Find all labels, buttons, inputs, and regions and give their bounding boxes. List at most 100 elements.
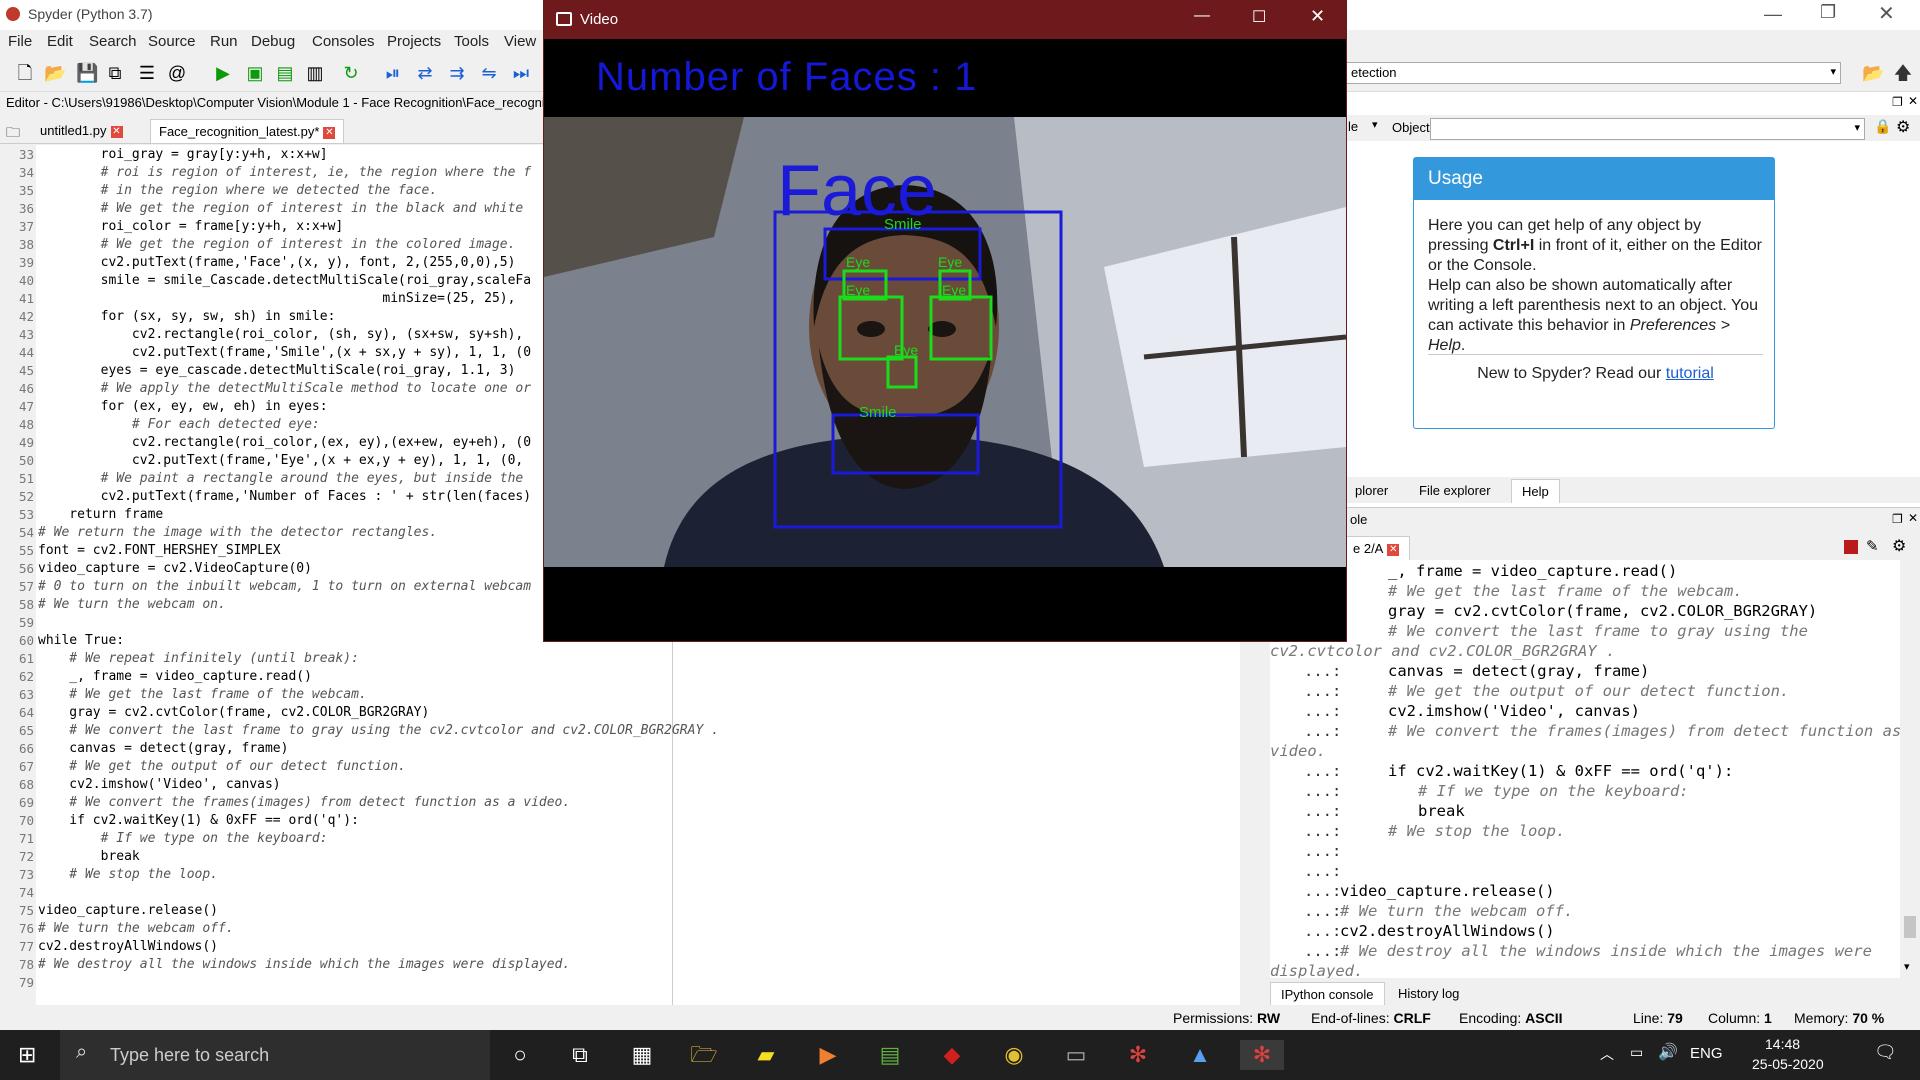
close-icon[interactable]: ✕ [1310, 6, 1325, 27]
chevron-down-icon[interactable]: ▾ [1854, 121, 1860, 134]
status-bar: Permissions: RW End-of-lines: CRLF Encod… [0, 1005, 1920, 1030]
new-file-icon[interactable]: 🗋 [14, 62, 36, 84]
excel-icon[interactable]: ▤ [874, 1040, 906, 1070]
step-icon[interactable]: ⇄ [414, 62, 436, 84]
undock-icon[interactable]: ❐ [1892, 95, 1903, 109]
code-comment-line: # We convert the frames(images) from det… [38, 795, 571, 810]
terminal-icon[interactable]: ▭ [1060, 1040, 1092, 1070]
code-line: for (ex, ey, ew, eh) in eyes: [38, 399, 328, 414]
tab-file-explorer[interactable]: File explorer [1409, 479, 1501, 503]
browse-folder-icon[interactable]: 📂 [1862, 62, 1884, 84]
tab-history-log[interactable]: History log [1388, 982, 1469, 1006]
taskbar-search-box[interactable]: ⌕ Type here to search [60, 1030, 490, 1080]
game-icon[interactable]: ◆ [936, 1040, 968, 1070]
menu-file[interactable]: File [8, 33, 32, 50]
windows-start-icon[interactable]: ⊞ [18, 1042, 36, 1068]
menu-edit[interactable]: Edit [47, 33, 73, 50]
close-icon[interactable]: ✕ [1878, 1, 1895, 26]
console-scrollbar[interactable]: ▾ [1900, 560, 1920, 978]
media-player-icon[interactable]: ▶ [812, 1040, 844, 1070]
volume-icon[interactable]: 🔊 [1658, 1042, 1678, 1062]
notifications-icon[interactable]: 🗨 [1874, 1042, 1897, 1063]
menu-tools[interactable]: Tools [454, 33, 489, 50]
close-tab-icon[interactable]: ✕ [323, 126, 336, 139]
scrollbar-thumb[interactable] [1904, 916, 1916, 938]
save-all-icon[interactable]: ⧉ [104, 62, 126, 84]
at-icon[interactable]: @ [166, 62, 188, 84]
tab-untitled1[interactable]: untitled1.py ✕ [32, 119, 131, 143]
cortana-icon[interactable]: ○ [504, 1040, 536, 1070]
show-hidden-icons-icon[interactable]: ︿ [1600, 1044, 1614, 1064]
run-cell-icon[interactable]: ▣ [244, 62, 266, 84]
menu-run[interactable]: Run [210, 33, 238, 50]
battery-icon[interactable]: ▭ [1630, 1044, 1643, 1061]
minimize-icon[interactable]: — [1764, 4, 1782, 25]
lock-icon[interactable]: 🔒 [1874, 118, 1891, 135]
chevron-down-icon[interactable]: ▾ [1904, 960, 1910, 973]
line-number: 40 [18, 273, 34, 288]
eraser-icon[interactable]: ✎ [1866, 537, 1879, 555]
sticky-notes-icon[interactable]: ▰ [750, 1040, 782, 1070]
chevron-down-icon[interactable]: ▾ [1372, 118, 1378, 131]
tab-help[interactable]: Help [1511, 479, 1560, 503]
spyder-active-icon[interactable]: ✻ [1240, 1040, 1284, 1070]
clock-date[interactable]: 25-05-2020 [1752, 1056, 1824, 1072]
tab-console[interactable]: e 2/A ✕ [1342, 536, 1411, 560]
language-indicator[interactable]: ENG [1690, 1045, 1723, 1062]
browse-tabs-icon[interactable]: 🗀 [6, 122, 20, 146]
line-number: 70 [18, 813, 34, 828]
debug-icon[interactable]: ⏯ [382, 62, 404, 84]
tab-face-recognition[interactable]: Face_recognition_latest.py* ✕ [150, 119, 345, 143]
code-comment-line: # We return the image with the detector … [38, 525, 438, 540]
tab-variable-explorer[interactable]: plorer [1345, 479, 1398, 503]
gear-icon[interactable]: ⚙ [1896, 117, 1910, 137]
restore-icon[interactable]: ❐ [1820, 2, 1836, 23]
usage-paragraph-3: New to Spyder? Read our tutorial [1477, 365, 1714, 382]
console-prompt: ...: [1304, 802, 1342, 820]
list-icon[interactable]: ☰ [136, 62, 158, 84]
encoding-status: Encoding: ASCII [1459, 1010, 1563, 1026]
run-selection-icon[interactable]: ▥ [304, 62, 326, 84]
minimize-icon[interactable]: — [1194, 7, 1210, 25]
source-select[interactable]: le [1348, 119, 1358, 134]
save-icon[interactable]: 💾 [76, 62, 98, 84]
step-into-icon[interactable]: ⇉ [446, 62, 468, 84]
file-explorer-icon[interactable]: 🗁 [688, 1040, 720, 1070]
run-cell-advance-icon[interactable]: ▤ [274, 62, 296, 84]
console-prompt: ...: [1304, 902, 1342, 920]
tutorial-link[interactable]: tutorial [1666, 365, 1714, 382]
tab-ipython-console[interactable]: IPython console [1270, 982, 1385, 1006]
stop-icon[interactable] [1844, 540, 1858, 554]
close-pane-icon[interactable]: ✕ [1908, 511, 1918, 525]
run-icon[interactable]: ▶ [212, 62, 234, 84]
menu-consoles[interactable]: Consoles [312, 33, 375, 50]
calculator-icon[interactable]: ▦ [626, 1040, 658, 1070]
close-pane-icon[interactable]: ✕ [1908, 94, 1918, 108]
rerun-icon[interactable]: ↻ [340, 62, 362, 84]
menu-source[interactable]: Source [148, 33, 196, 50]
video-window[interactable]: Video — ☐ ✕ Number of Faces : 1 Face Smi… [543, 0, 1347, 642]
close-tab-icon[interactable]: ✕ [110, 125, 123, 138]
maximize-icon[interactable]: ☐ [1252, 7, 1266, 27]
up-arrow-icon[interactable]: 🡅 [1892, 62, 1914, 84]
chrome-icon[interactable]: ◉ [998, 1040, 1030, 1070]
close-tab-icon[interactable]: ✕ [1387, 543, 1400, 556]
chevron-down-icon[interactable]: ▾ [1830, 65, 1836, 78]
console-header-label: ole [1350, 512, 1368, 527]
clock-time[interactable]: 14:48 [1765, 1036, 1800, 1052]
working-directory-input[interactable]: etection ▾ [1346, 62, 1841, 84]
menu-view[interactable]: View [504, 33, 536, 50]
ipython-console[interactable]: _, frame = video_capture.read() # We get … [1270, 560, 1900, 978]
open-folder-icon[interactable]: 📂 [44, 62, 66, 84]
gear-icon[interactable]: ⚙ [1892, 536, 1906, 556]
step-return-icon[interactable]: ⇋ [478, 62, 500, 84]
object-input[interactable]: ▾ [1430, 118, 1865, 140]
spyder-taskbar-icon[interactable]: ✻ [1122, 1040, 1154, 1070]
undock-icon[interactable]: ❐ [1892, 512, 1903, 526]
menu-debug[interactable]: Debug [251, 33, 295, 50]
task-view-icon[interactable]: ⧉ [564, 1040, 596, 1070]
continue-icon[interactable]: ⏭ [510, 62, 532, 84]
menu-search[interactable]: Search [89, 33, 137, 50]
menu-projects[interactable]: Projects [387, 33, 441, 50]
photos-icon[interactable]: ▲ [1184, 1040, 1216, 1070]
